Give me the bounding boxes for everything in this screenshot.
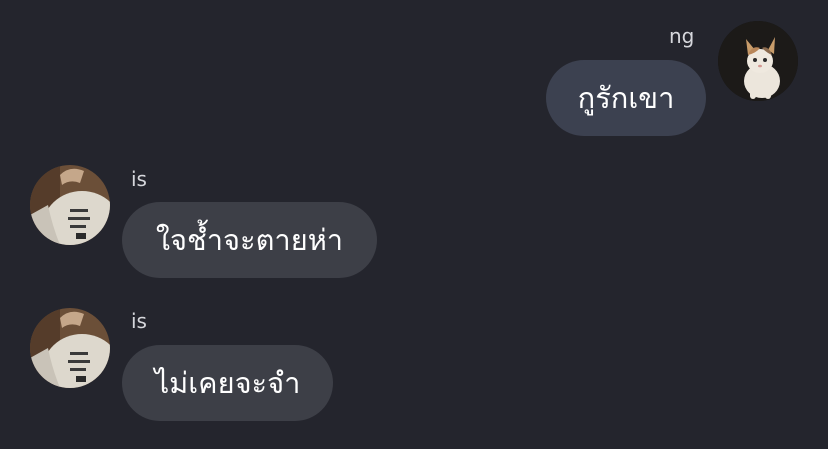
sender-name: is (131, 309, 147, 333)
person-avatar[interactable] (30, 165, 110, 245)
person-photo-icon (30, 308, 110, 388)
message-bubble[interactable]: กูรักเขา (546, 60, 706, 136)
sender-name: ng (669, 24, 695, 48)
sender-name: is (131, 167, 147, 191)
message-text: ใจช้ำจะตายห่า (155, 223, 344, 257)
cat-avatar[interactable] (718, 21, 798, 101)
cat-photo-icon (718, 21, 798, 101)
person-photo-icon (30, 165, 110, 245)
message-bubble[interactable]: ไม่เคยจะจำ (122, 345, 333, 421)
message-text: ไม่เคยจะจำ (154, 366, 301, 400)
message-bubble[interactable]: ใจช้ำจะตายห่า (122, 202, 377, 278)
message-text: กูรักเขา (577, 81, 675, 115)
person-avatar[interactable] (30, 308, 110, 388)
